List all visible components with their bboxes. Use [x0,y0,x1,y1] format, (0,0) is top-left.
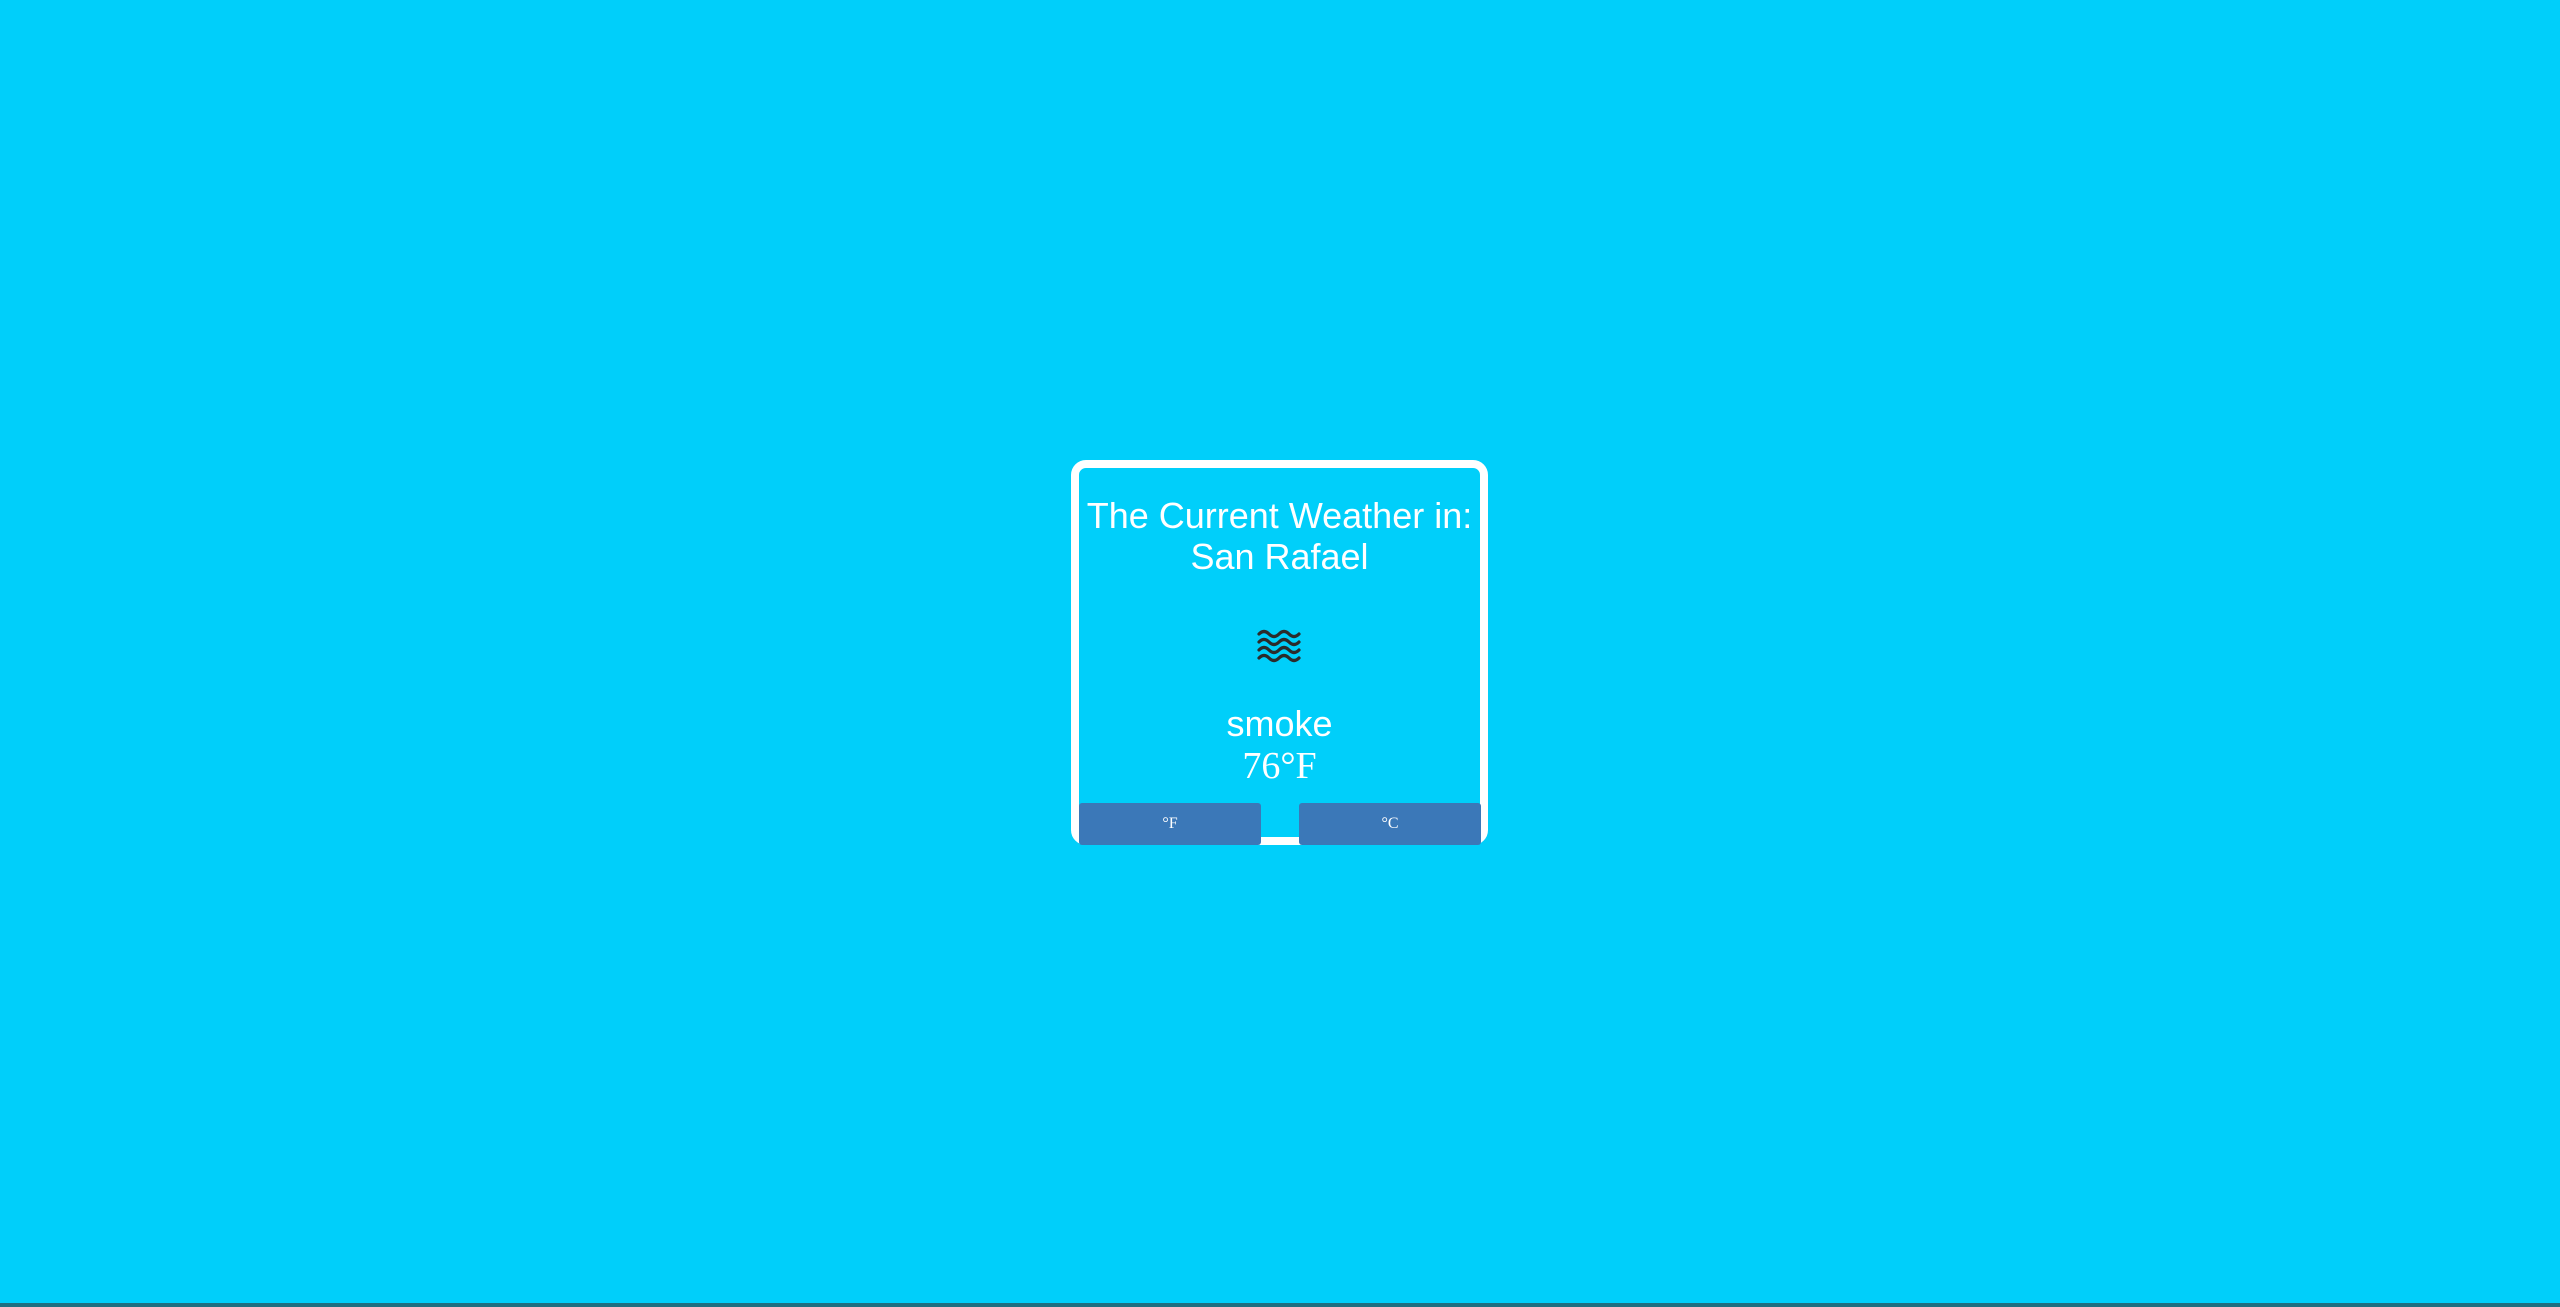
page-stage: The Current Weather in: San Rafael smoke… [0,0,2560,1307]
weather-title: The Current Weather in: [1086,495,1473,536]
fog-waves-icon [1257,629,1301,663]
weather-card: The Current Weather in: San Rafael smoke… [1071,460,1488,845]
city-name: San Rafael [1190,536,1369,577]
fahrenheit-button[interactable]: °F [1079,803,1261,845]
celsius-button[interactable]: °C [1299,803,1481,845]
temperature-value: 76°F [1242,745,1317,787]
bottom-edge-strip [0,1303,2560,1307]
weather-condition: smoke [1226,703,1333,744]
